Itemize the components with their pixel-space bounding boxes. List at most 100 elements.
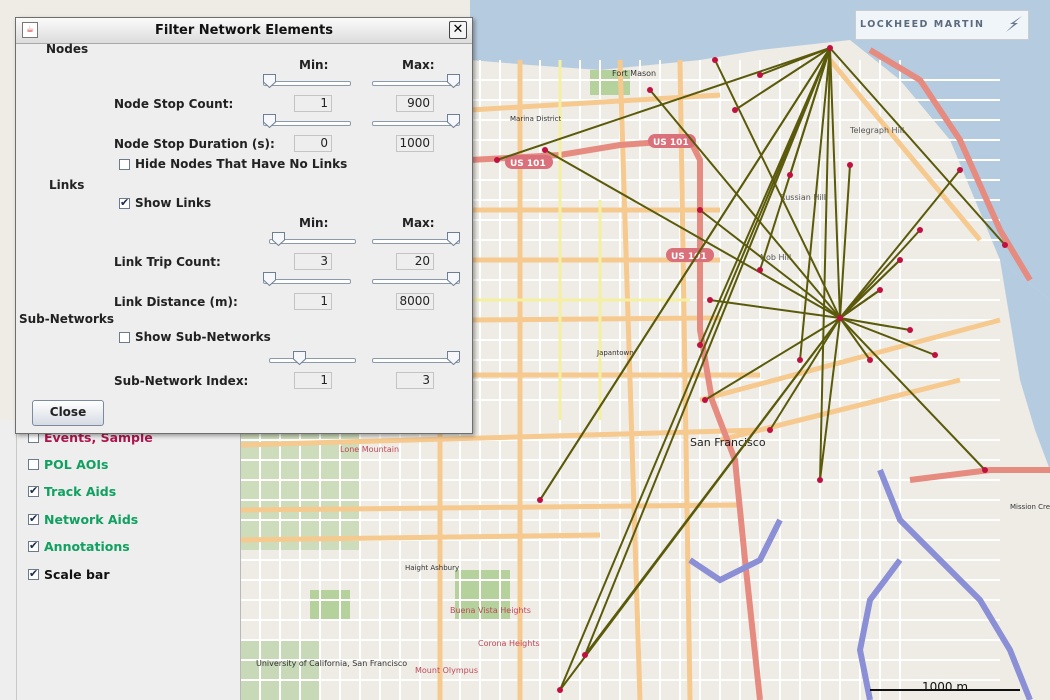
min-label: Min: [299, 216, 329, 230]
hide-nodes-checkbox[interactable]: Hide Nodes That Have No Links [119, 157, 347, 171]
network-node[interactable] [697, 207, 703, 213]
network-node[interactable] [537, 497, 543, 503]
checkbox-box[interactable] [119, 331, 130, 343]
network-node[interactable] [697, 342, 703, 348]
map-label: Mission Creek [1010, 503, 1050, 511]
link-trip-count-min-slider[interactable] [269, 232, 356, 248]
node-stop-count-label: Node Stop Count: [114, 97, 234, 111]
slider-thumb [447, 74, 460, 88]
node-stop-count-max-slider[interactable] [372, 74, 460, 90]
layer-panel: Events, Sample POL AOIs Track Aids Netwo… [0, 420, 241, 700]
slider-thumb [447, 232, 460, 246]
network-node[interactable] [957, 167, 963, 173]
network-node[interactable] [797, 357, 803, 363]
show-subnetworks-checkbox[interactable]: Show Sub-Networks [119, 330, 271, 344]
network-node[interactable] [557, 687, 563, 693]
network-node[interactable] [757, 72, 763, 78]
node-stop-duration-min-field[interactable]: 0 [294, 135, 332, 152]
network-node[interactable] [877, 287, 883, 293]
node-stop-duration-label: Node Stop Duration (s): [114, 137, 275, 151]
node-stop-count-min-field[interactable]: 1 [294, 95, 332, 112]
lockheed-martin-logo: LOCKHEED MARTIN [855, 10, 1029, 40]
link-distance-max-slider[interactable] [372, 272, 460, 288]
network-node[interactable] [932, 352, 938, 358]
node-stop-count-min-slider[interactable] [263, 74, 351, 90]
layer-item-annotations[interactable]: Annotations [28, 539, 130, 554]
layer-checkbox[interactable] [28, 567, 39, 580]
layer-label: Annotations [44, 539, 130, 554]
slider-thumb [447, 114, 460, 128]
layer-checkbox[interactable] [28, 539, 39, 552]
network-node[interactable] [707, 297, 713, 303]
slider-thumb [263, 114, 276, 128]
map-label: US 101 [510, 159, 546, 169]
map-label: Buena Vista Heights [450, 606, 531, 615]
park-area [310, 590, 350, 620]
layer-checkbox[interactable] [28, 484, 39, 497]
network-node[interactable] [1002, 242, 1008, 248]
link-distance-max-field[interactable]: 8000 [396, 293, 434, 310]
layer-item-scale-bar[interactable]: Scale bar [28, 567, 110, 582]
scale-label: 1000 m [922, 680, 969, 694]
layer-label: Track Aids [44, 484, 117, 499]
network-node[interactable] [827, 45, 833, 51]
layer-item-pol-aois[interactable]: POL AOIs [28, 457, 109, 472]
checkbox-box[interactable] [119, 158, 130, 170]
min-label: Min: [299, 58, 329, 72]
link-trip-count-label: Link Trip Count: [114, 255, 221, 269]
subnetwork-index-min-field[interactable]: 1 [294, 372, 332, 389]
network-node[interactable] [767, 427, 773, 433]
network-node[interactable] [982, 467, 988, 473]
map-label: Russian Hill [780, 193, 826, 202]
link-trip-count-max-slider[interactable] [372, 232, 460, 248]
link-distance-label: Link Distance (m): [114, 295, 238, 309]
network-node[interactable] [494, 157, 500, 163]
network-node[interactable] [917, 227, 923, 233]
node-stop-duration-max-field[interactable]: 1000 [396, 135, 434, 152]
layer-label: POL AOIs [44, 457, 109, 472]
network-node[interactable] [817, 477, 823, 483]
network-node[interactable] [757, 267, 763, 273]
network-node[interactable] [787, 172, 793, 178]
dialog-titlebar[interactable]: ☕ Filter Network Elements ✕ [16, 18, 472, 44]
layer-checkbox[interactable] [28, 512, 39, 525]
link-trip-count-min-field[interactable]: 3 [294, 253, 332, 270]
network-node[interactable] [847, 162, 853, 168]
map-label: Haight Ashbury [405, 564, 459, 572]
layer-item-network-aids[interactable]: Network Aids [28, 512, 138, 527]
network-node[interactable] [702, 397, 708, 403]
network-node[interactable] [837, 315, 843, 321]
map-label: Mount Olympus [415, 666, 478, 675]
star-icon [1006, 16, 1022, 32]
checkbox-box[interactable] [119, 196, 130, 209]
slider-thumb [293, 351, 306, 365]
network-node[interactable] [867, 357, 873, 363]
close-button[interactable]: Close [32, 400, 104, 426]
map-label: US 101 [653, 138, 689, 148]
network-node[interactable] [897, 257, 903, 263]
network-node[interactable] [732, 107, 738, 113]
layer-checkbox[interactable] [28, 459, 39, 470]
subnetwork-index-label: Sub-Network Index: [114, 374, 249, 388]
link-trip-count-max-field[interactable]: 20 [396, 253, 434, 270]
checkbox-label: Show Sub-Networks [135, 330, 271, 344]
links-heading: Links [49, 178, 85, 192]
network-node[interactable] [907, 327, 913, 333]
layer-item-track-aids[interactable]: Track Aids [28, 484, 116, 499]
subnetwork-index-max-slider[interactable] [372, 351, 460, 367]
map-label: Marina District [510, 115, 562, 123]
link-distance-min-field[interactable]: 1 [294, 293, 332, 310]
network-node[interactable] [647, 87, 653, 93]
subnetwork-index-max-field[interactable]: 3 [396, 372, 434, 389]
node-stop-duration-min-slider[interactable] [263, 114, 351, 130]
map-label: US 101 [671, 252, 707, 262]
link-distance-min-slider[interactable] [263, 272, 351, 288]
show-links-checkbox[interactable]: Show Links [119, 196, 211, 210]
network-node[interactable] [712, 57, 718, 63]
subnetwork-index-min-slider[interactable] [269, 351, 356, 367]
network-node[interactable] [582, 652, 588, 658]
network-node[interactable] [542, 147, 548, 153]
node-stop-duration-max-slider[interactable] [372, 114, 460, 130]
close-icon[interactable]: ✕ [449, 21, 467, 39]
node-stop-count-max-field[interactable]: 900 [396, 95, 434, 112]
